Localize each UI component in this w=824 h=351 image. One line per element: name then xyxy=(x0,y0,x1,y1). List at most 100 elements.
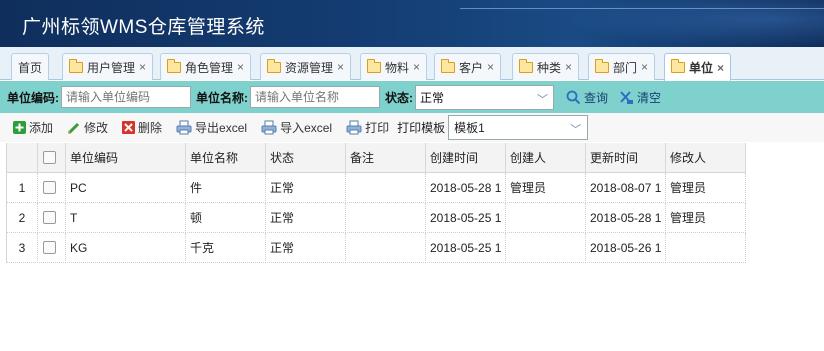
tab-unit[interactable]: 单位 × xyxy=(664,53,732,81)
export-excel-button[interactable]: 导出excel xyxy=(176,119,247,136)
column-header-creator[interactable]: 创建人 xyxy=(506,143,586,173)
action-toolbar: 添加 修改 删除 导出excel 导入excel 打印 打印模板 模板1 ﹀ xyxy=(0,113,824,142)
cell-code: PC xyxy=(66,173,186,203)
unit-name-label: 单位名称: xyxy=(196,90,248,105)
row-checkbox[interactable] xyxy=(43,211,56,225)
select-all-checkbox[interactable] xyxy=(43,151,56,165)
tab-label: 部门 xyxy=(613,60,638,75)
import-excel-button[interactable]: 导入excel xyxy=(261,119,332,136)
app-title: 广州标领WMS仓库管理系统 xyxy=(22,17,265,38)
cell-status: 正常 xyxy=(266,173,346,203)
folder-icon xyxy=(167,58,181,73)
unit-table: 单位编码 单位名称 状态 备注 创建时间 创建人 更新时间 修改人 1 PC 件… xyxy=(6,143,746,263)
cell-created-time: 2018-05-25 1 xyxy=(426,233,506,263)
row-checkbox[interactable] xyxy=(43,181,56,195)
export-excel-label: 导出excel xyxy=(195,121,248,135)
table-row[interactable]: 3 KG 千克 正常 2018-05-25 1 2018-05-26 1 xyxy=(7,233,746,263)
import-excel-label: 导入excel xyxy=(280,121,333,135)
print-template-select[interactable]: 模板1 ﹀ xyxy=(448,115,589,140)
chevron-down-icon: ﹀ xyxy=(570,124,582,136)
header-streak xyxy=(460,8,824,9)
cell-remark xyxy=(346,203,426,233)
add-label: 添加 xyxy=(29,121,54,135)
printer-icon xyxy=(176,120,192,135)
row-checkbox-cell xyxy=(38,203,66,233)
tab-department[interactable]: 部门 × xyxy=(588,53,656,80)
delete-button[interactable]: 删除 xyxy=(122,119,162,136)
column-header-created-time[interactable]: 创建时间 xyxy=(426,143,506,173)
cell-created-time: 2018-05-28 1 xyxy=(426,173,506,203)
column-header-modifier[interactable]: 修改人 xyxy=(666,143,746,173)
close-icon[interactable]: × xyxy=(139,60,146,74)
status-label: 状态: xyxy=(385,90,413,105)
tab-home[interactable]: 首页 xyxy=(11,53,50,80)
close-icon[interactable]: × xyxy=(337,60,344,74)
row-checkbox-cell xyxy=(38,173,66,203)
column-header-name[interactable]: 单位名称 xyxy=(186,143,266,173)
edit-label: 修改 xyxy=(84,121,109,135)
tab-label: 首页 xyxy=(18,60,43,75)
cell-name: 顿 xyxy=(186,203,266,233)
tab-resource-management[interactable]: 资源管理 × xyxy=(260,53,352,80)
cell-status: 正常 xyxy=(266,203,346,233)
row-checkbox[interactable] xyxy=(43,241,56,255)
tab-role-management[interactable]: 角色管理 × xyxy=(160,53,252,80)
folder-icon xyxy=(441,58,455,73)
add-button[interactable]: 添加 xyxy=(13,119,53,136)
cell-updated-time: 2018-05-28 1 xyxy=(586,203,666,233)
unit-name-input[interactable] xyxy=(250,86,380,108)
cell-name: 件 xyxy=(186,173,266,203)
delete-x-icon xyxy=(122,121,136,134)
row-checkbox-cell xyxy=(38,233,66,263)
printer-icon xyxy=(261,120,277,135)
cell-code: KG xyxy=(66,233,186,263)
plus-icon xyxy=(13,121,26,134)
close-icon[interactable]: × xyxy=(413,60,420,74)
tab-user-management[interactable]: 用户管理 × xyxy=(62,53,154,80)
column-header-code[interactable]: 单位编码 xyxy=(66,143,186,173)
tab-category[interactable]: 种类 × xyxy=(512,53,580,80)
column-header-updated-time[interactable]: 更新时间 xyxy=(586,143,666,173)
cell-remark xyxy=(346,233,426,263)
search-bar: 单位编码: 单位名称: 状态: 正常 ﹀ 查询 清空 xyxy=(0,81,824,113)
tab-customer[interactable]: 客户 × xyxy=(434,53,502,80)
edit-button[interactable]: 修改 xyxy=(67,119,108,136)
close-icon[interactable]: × xyxy=(237,60,244,74)
cell-code: T xyxy=(66,203,186,233)
delete-label: 删除 xyxy=(138,121,163,135)
cell-creator xyxy=(506,233,586,263)
cell-created-time: 2018-05-25 1 xyxy=(426,203,506,233)
cell-creator: 管理员 xyxy=(506,173,586,203)
unit-code-input[interactable] xyxy=(61,86,191,108)
column-header-status[interactable]: 状态 xyxy=(266,143,346,173)
clear-button[interactable]: 清空 xyxy=(618,89,661,106)
tab-label: 用户管理 xyxy=(87,60,136,75)
row-number: 1 xyxy=(7,173,38,203)
cell-remark xyxy=(346,173,426,203)
table-row[interactable]: 1 PC 件 正常 2018-05-28 1 管理员 2018-08-07 1 … xyxy=(7,173,746,203)
row-number-header xyxy=(7,143,38,173)
clear-label: 清空 xyxy=(637,90,662,105)
pencil-icon xyxy=(67,122,80,134)
tab-label: 物料 xyxy=(385,60,410,75)
app-header: 广州标领WMS仓库管理系统 xyxy=(0,0,824,47)
tab-label: 客户 xyxy=(459,60,484,75)
close-icon[interactable]: × xyxy=(717,61,724,75)
tab-label: 种类 xyxy=(537,60,562,75)
folder-icon xyxy=(671,59,685,73)
printer-icon xyxy=(346,120,362,135)
tab-label: 角色管理 xyxy=(185,60,234,75)
column-header-remark[interactable]: 备注 xyxy=(346,143,426,173)
print-button[interactable]: 打印 xyxy=(346,119,389,136)
tab-material[interactable]: 物料 × xyxy=(360,53,428,80)
print-label: 打印 xyxy=(365,121,390,135)
folder-icon xyxy=(595,58,609,73)
close-icon[interactable]: × xyxy=(641,60,648,74)
status-select[interactable]: 正常 ﹀ xyxy=(415,84,554,110)
table-row[interactable]: 2 T 顿 正常 2018-05-25 1 2018-05-28 1 管理员 xyxy=(7,203,746,233)
query-button[interactable]: 查询 xyxy=(566,89,608,106)
close-icon[interactable]: × xyxy=(487,60,494,74)
close-icon[interactable]: × xyxy=(565,60,572,74)
chevron-down-icon: ﹀ xyxy=(537,93,548,106)
magnifier-icon xyxy=(566,90,581,104)
